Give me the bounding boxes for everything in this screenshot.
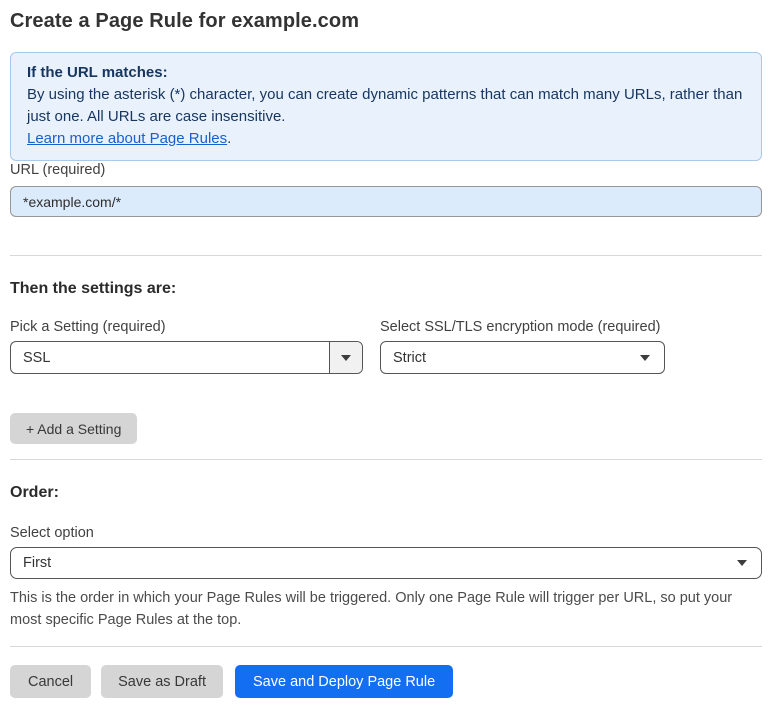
divider xyxy=(10,646,762,647)
settings-section-heading: Then the settings are: xyxy=(10,280,177,297)
url-field-label: URL (required) xyxy=(10,162,106,178)
add-setting-button[interactable]: + Add a Setting xyxy=(10,413,138,444)
caret-down-icon xyxy=(640,354,650,361)
url-match-info-box: If the URL matches: By using the asteris… xyxy=(10,52,762,161)
info-box-link-line: Learn more about Page Rules. xyxy=(27,128,745,150)
setting-select[interactable]: SSL xyxy=(10,341,363,374)
setting-picker-field: Pick a Setting (required) SSL xyxy=(10,319,363,374)
create-page-rule-panel: Create a Page Rule for example.com If th… xyxy=(0,0,772,712)
divider xyxy=(10,255,762,256)
order-select-label: Select option xyxy=(10,525,94,541)
order-help-text: This is the order in which your Page Rul… xyxy=(10,590,733,628)
ssl-mode-field: Select SSL/TLS encryption mode (required… xyxy=(380,319,665,374)
save-as-draft-button[interactable]: Save as Draft xyxy=(101,665,223,698)
save-and-deploy-button[interactable]: Save and Deploy Page Rule xyxy=(234,665,454,698)
learn-more-link[interactable]: Learn more about Page Rules xyxy=(27,130,227,147)
url-input[interactable] xyxy=(10,186,762,217)
cancel-button[interactable]: Cancel xyxy=(10,665,92,698)
page-title: Create a Page Rule for example.com xyxy=(10,10,360,32)
setting-select-value: SSL xyxy=(23,349,51,366)
link-suffix: . xyxy=(227,130,232,147)
order-select[interactable]: First xyxy=(10,547,762,579)
divider xyxy=(10,459,762,460)
order-select-value: First xyxy=(23,555,52,571)
info-box-body: By using the asterisk (*) character, you… xyxy=(27,86,743,125)
form-actions: Cancel Save as Draft Save and Deploy Pag… xyxy=(10,665,762,698)
ssl-mode-select[interactable]: Strict xyxy=(380,341,665,374)
order-section-heading: Order: xyxy=(10,484,59,501)
info-box-heading: If the URL matches: xyxy=(27,64,168,81)
caret-down-icon xyxy=(329,342,362,373)
setting-picker-label: Pick a Setting (required) xyxy=(10,319,166,335)
settings-row: Pick a Setting (required) SSL Select SSL… xyxy=(10,319,762,374)
caret-down-icon xyxy=(737,560,747,566)
ssl-mode-label: Select SSL/TLS encryption mode (required… xyxy=(380,319,661,335)
ssl-mode-select-value: Strict xyxy=(393,349,427,366)
